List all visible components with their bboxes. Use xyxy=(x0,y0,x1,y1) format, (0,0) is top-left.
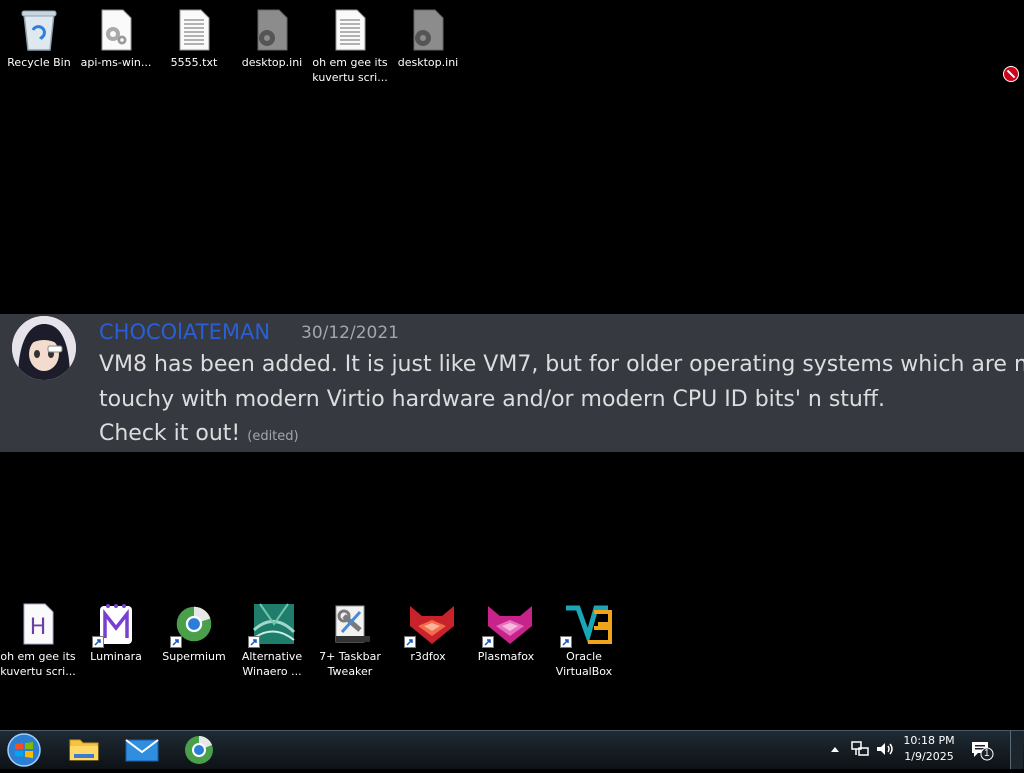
shortcut-arrow-icon xyxy=(170,636,182,648)
settings-file-icon xyxy=(96,8,136,52)
taskbar-tweaker-icon xyxy=(330,602,370,646)
r3dfox-icon xyxy=(404,602,454,648)
desktop-icon-label: api-ms-win... xyxy=(80,56,152,69)
shortcut-arrow-icon xyxy=(560,636,572,648)
taskbar-mail[interactable] xyxy=(120,732,164,768)
desktop-icon-supermium[interactable]: Supermium xyxy=(156,602,232,664)
desktop-icon-label: Alternative Winaero ... xyxy=(241,650,303,678)
desktop-icon-label: desktop.ini xyxy=(397,56,459,69)
network-icon xyxy=(851,741,869,756)
message-line-2: touchy with modern Virtio hardware and/o… xyxy=(99,387,886,412)
luminara-icon xyxy=(92,602,136,648)
clock[interactable]: 10:18 PM 1/9/2025 xyxy=(898,733,960,765)
shortcut-arrow-icon xyxy=(92,636,104,648)
text-file-icon xyxy=(174,8,214,52)
desktop-icon-oracle-virtualbox[interactable]: Oracle VirtualBox xyxy=(546,602,622,679)
clock-date: 1/9/2025 xyxy=(904,750,954,763)
message-line-3-text: Check it out! xyxy=(99,421,241,446)
desktop-icon-api-ms-win[interactable]: api-ms-win... xyxy=(78,8,154,70)
show-desktop-button[interactable] xyxy=(1010,731,1023,769)
desktop-icon-desktop-ini-2[interactable]: desktop.ini xyxy=(390,8,466,70)
desktop-icon-recycle-bin[interactable]: Recycle Bin xyxy=(1,8,77,70)
taskbar-supermium[interactable] xyxy=(177,732,221,768)
desktop-icon-label: desktop.ini xyxy=(241,56,303,69)
message-line-3: Check it out! (edited) xyxy=(99,421,299,446)
desktop-icon-oh-em-gee-html[interactable]: H oh em gee its kuvertu scri... xyxy=(0,602,76,679)
network-button[interactable] xyxy=(850,740,870,758)
desktop-icon-label: 5555.txt xyxy=(170,56,218,69)
volume-button[interactable] xyxy=(875,740,895,758)
blocked-icon xyxy=(1003,66,1019,82)
recycle-bin-icon xyxy=(19,8,59,52)
supermium-icon xyxy=(185,736,213,764)
message-username[interactable]: CHOCOlATEMAN xyxy=(99,320,270,344)
virtualbox-icon xyxy=(560,602,612,648)
desktop-icon-label: Plasmafox xyxy=(477,650,535,663)
avatar xyxy=(12,316,76,380)
desktop-icon-desktop-ini-1[interactable]: desktop.ini xyxy=(234,8,310,70)
desktop-icon-r3dfox[interactable]: r3dfox xyxy=(390,602,466,664)
plasmafox-icon xyxy=(482,602,532,648)
desktop-icon-plasmafox[interactable]: Plasmafox xyxy=(468,602,544,664)
start-button[interactable] xyxy=(4,732,50,768)
desktop-icon-5555-txt[interactable]: 5555.txt xyxy=(156,8,232,70)
desktop-icon-label: Recycle Bin xyxy=(7,56,71,69)
edited-tag: (edited) xyxy=(247,429,299,444)
message-line-1: VM8 has been added. It is just like VM7,… xyxy=(99,352,1024,377)
desktop-icon-label: r3dfox xyxy=(410,650,446,663)
mail-icon xyxy=(125,739,159,762)
speaker-icon xyxy=(877,743,893,755)
desktop-icon-label: Luminara xyxy=(90,650,142,663)
desktop-icon-label: 7+ Taskbar Tweaker xyxy=(319,650,381,678)
desktop-icon-alternative-winaero[interactable]: Alternative Winaero ... xyxy=(234,602,310,679)
text-file-icon xyxy=(330,8,370,52)
winaero-icon xyxy=(248,602,296,648)
action-center-button[interactable]: 1 xyxy=(970,739,994,761)
svg-text:H: H xyxy=(30,615,47,640)
desktop-icon-luminara[interactable]: Luminara xyxy=(78,602,154,664)
start-orb-icon xyxy=(7,733,41,767)
notification-icon xyxy=(972,742,994,761)
file-explorer-icon xyxy=(69,739,99,761)
clock-time: 10:18 PM xyxy=(903,734,955,747)
taskbar: 10:18 PM 1/9/2025 1 xyxy=(0,730,1024,769)
shortcut-arrow-icon xyxy=(248,636,260,648)
desktop-icon-label: oh em gee its kuvertu scri... xyxy=(312,56,388,84)
desktop-icon-taskbar-tweaker[interactable]: 7+ Taskbar Tweaker xyxy=(312,602,388,679)
show-hidden-icons-button[interactable] xyxy=(828,741,842,757)
chevron-up-icon xyxy=(831,747,839,752)
h-document-icon: H xyxy=(18,602,58,646)
shortcut-arrow-icon xyxy=(404,636,416,648)
desktop-icon-label: Oracle VirtualBox xyxy=(555,650,613,678)
supermium-icon xyxy=(170,602,214,648)
settings-file-icon xyxy=(408,8,448,52)
message-timestamp: 30/12/2021 xyxy=(301,323,399,343)
desktop-icon-label: oh em gee its kuvertu scri... xyxy=(0,650,76,678)
desktop-icon-oh-em-gee-txt[interactable]: oh em gee its kuvertu scri... xyxy=(312,8,388,85)
shortcut-arrow-icon xyxy=(482,636,494,648)
settings-file-icon xyxy=(252,8,292,52)
notification-count: 1 xyxy=(984,748,990,759)
taskbar-file-explorer[interactable] xyxy=(62,732,106,768)
desktop-icon-label: Supermium xyxy=(162,650,226,663)
